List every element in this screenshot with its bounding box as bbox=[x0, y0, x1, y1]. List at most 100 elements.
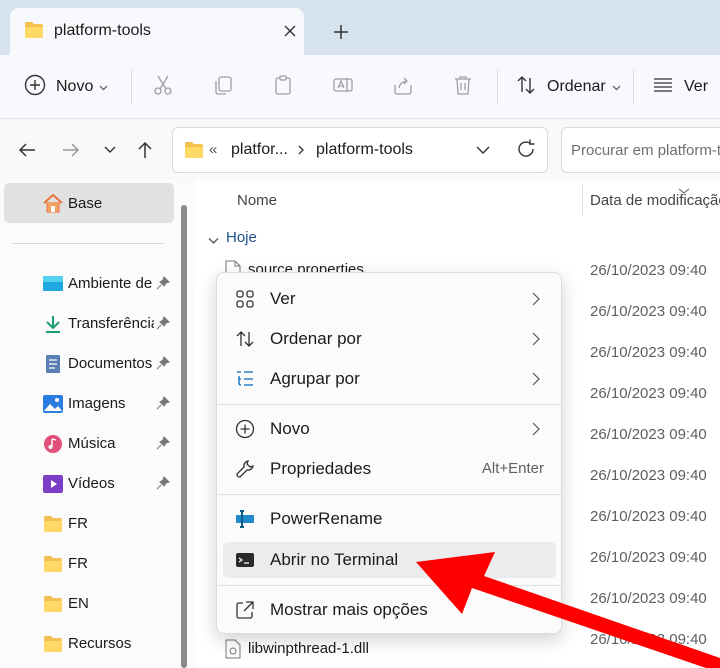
menu-item-label: Propriedades bbox=[270, 459, 372, 478]
rename-icon bbox=[332, 74, 354, 101]
sidebar-item-label: Documentos bbox=[68, 355, 153, 372]
menu-item-open-in-terminal[interactable]: Abrir no Terminal bbox=[223, 542, 556, 578]
chevron-right-icon bbox=[532, 372, 540, 391]
plus-circle-icon bbox=[24, 74, 46, 101]
tab-platform-tools[interactable]: platform-tools bbox=[10, 8, 304, 55]
sort-button[interactable]: Ordenar bbox=[515, 69, 621, 105]
up-button[interactable] bbox=[131, 136, 159, 164]
sidebar-item-label: Música bbox=[68, 435, 116, 452]
view-list-icon bbox=[652, 74, 674, 101]
file-date: 26/10/2023 09:40 bbox=[590, 467, 707, 484]
sidebar-item-recursos[interactable]: Recursos bbox=[0, 626, 180, 662]
sidebar-scrollbar[interactable] bbox=[181, 205, 187, 668]
sort-icon bbox=[515, 74, 537, 101]
file-date: 26/10/2023 09:40 bbox=[590, 303, 707, 320]
copy-icon bbox=[212, 74, 234, 101]
forward-button[interactable] bbox=[57, 136, 85, 164]
sidebar-item-en[interactable]: EN bbox=[0, 586, 180, 622]
sidebar-item-label: EN bbox=[68, 595, 89, 612]
chevron-down-icon[interactable] bbox=[475, 140, 491, 165]
back-button[interactable] bbox=[13, 136, 41, 164]
pin-icon bbox=[156, 356, 170, 375]
cut-button[interactable] bbox=[152, 69, 174, 105]
more-options-icon bbox=[235, 600, 255, 620]
column-divider[interactable] bbox=[582, 184, 583, 216]
share-icon bbox=[392, 74, 414, 101]
recent-locations-button[interactable] bbox=[96, 136, 124, 164]
sort-icon bbox=[235, 329, 255, 349]
navigation-pane: Base Ambiente de Trabalho Transferências… bbox=[0, 180, 195, 668]
copy-button[interactable] bbox=[212, 69, 234, 105]
column-header-name[interactable]: Nome bbox=[237, 192, 277, 209]
cut-icon bbox=[152, 74, 174, 101]
sidebar-item-pictures[interactable]: Imagens bbox=[0, 386, 180, 422]
search-input[interactable]: Procurar em platform-tools bbox=[561, 127, 720, 173]
menu-separator bbox=[218, 404, 561, 405]
pin-icon bbox=[156, 396, 170, 415]
menu-item-new[interactable]: Novo bbox=[223, 411, 556, 447]
folder-icon bbox=[184, 141, 204, 164]
menu-item-sort-by[interactable]: Ordenar por bbox=[223, 321, 556, 357]
group-header[interactable]: Hoje bbox=[226, 229, 257, 246]
sidebar-item-home[interactable]: Base bbox=[4, 183, 174, 223]
chevron-right-icon[interactable] bbox=[297, 140, 305, 165]
close-tab-icon[interactable] bbox=[278, 19, 302, 43]
column-header-date[interactable]: Data de modificação bbox=[590, 192, 720, 209]
search-placeholder: Procurar em platform-tools bbox=[571, 142, 720, 159]
paste-icon bbox=[272, 74, 294, 101]
menu-item-view[interactable]: Ver bbox=[223, 281, 556, 317]
table-row[interactable]: libwinpthread-1.dll bbox=[195, 630, 720, 668]
rename-button[interactable] bbox=[332, 69, 354, 105]
sidebar-item-downloads[interactable]: Transferências bbox=[0, 306, 180, 342]
menu-item-label: Abrir no Terminal bbox=[270, 550, 399, 569]
sidebar-item-documents[interactable]: Documentos bbox=[0, 346, 180, 382]
music-icon bbox=[43, 435, 63, 453]
pin-icon bbox=[156, 316, 170, 335]
menu-item-powerrename[interactable]: PowerRename bbox=[223, 501, 556, 537]
download-icon bbox=[43, 315, 63, 333]
menu-separator bbox=[218, 585, 561, 586]
chevron-down-icon[interactable] bbox=[208, 232, 219, 250]
dll-file-icon bbox=[225, 639, 241, 664]
breadcrumb-current[interactable]: platform-tools bbox=[316, 141, 413, 159]
menu-item-properties[interactable]: Propriedades Alt+Enter bbox=[223, 451, 556, 487]
sidebar-item-fr[interactable]: FR bbox=[0, 506, 180, 542]
breadcrumb-overflow[interactable]: « bbox=[209, 141, 217, 158]
sidebar-item-music[interactable]: Música bbox=[0, 426, 180, 462]
view-button[interactable]: Ver bbox=[652, 69, 708, 105]
sidebar-item-videos[interactable]: Vídeos bbox=[0, 466, 180, 502]
sidebar-item-desktop[interactable]: Ambiente de Trabalho bbox=[0, 266, 180, 302]
pictures-icon bbox=[43, 395, 63, 413]
sort-button-label: Ordenar bbox=[547, 78, 606, 95]
paste-button[interactable] bbox=[272, 69, 294, 105]
chevron-down-icon bbox=[99, 78, 108, 96]
pin-icon bbox=[156, 436, 170, 455]
chevron-right-icon bbox=[532, 292, 540, 311]
sidebar-divider bbox=[12, 243, 164, 244]
breadcrumb-segment[interactable]: platfor... bbox=[231, 141, 288, 159]
new-tab-button[interactable] bbox=[328, 19, 354, 45]
folder-icon bbox=[43, 555, 63, 573]
plus-circle-icon bbox=[235, 419, 255, 439]
file-date: 26/10/2023 09:40 bbox=[590, 426, 707, 443]
wrench-icon bbox=[235, 459, 255, 479]
menu-item-label: PowerRename bbox=[270, 509, 383, 528]
file-date: 26/10/2023 09:40 bbox=[590, 262, 707, 279]
refresh-icon[interactable] bbox=[515, 138, 537, 165]
sidebar-item-label: Transferências bbox=[68, 315, 154, 332]
file-date: 26/10/2023 09:40 bbox=[590, 508, 707, 525]
home-icon bbox=[42, 193, 64, 218]
toolbar-divider bbox=[497, 69, 498, 105]
new-button[interactable]: Novo bbox=[24, 69, 108, 105]
sidebar-item-label: Base bbox=[68, 195, 103, 212]
address-bar[interactable]: « platfor... platform-tools bbox=[172, 127, 548, 173]
chevron-right-icon bbox=[532, 332, 540, 351]
toolbar-divider bbox=[131, 69, 132, 105]
sidebar-item-fr[interactable]: FR bbox=[0, 546, 180, 582]
menu-item-group-by[interactable]: Agrupar por bbox=[223, 361, 556, 397]
delete-button[interactable] bbox=[452, 69, 474, 105]
menu-separator bbox=[218, 494, 561, 495]
menu-item-show-more-options[interactable]: Mostrar mais opções bbox=[223, 592, 556, 628]
file-explorer-window: platform-tools Novo Ordenar Ver « platfo… bbox=[0, 0, 720, 668]
share-button[interactable] bbox=[392, 69, 414, 105]
